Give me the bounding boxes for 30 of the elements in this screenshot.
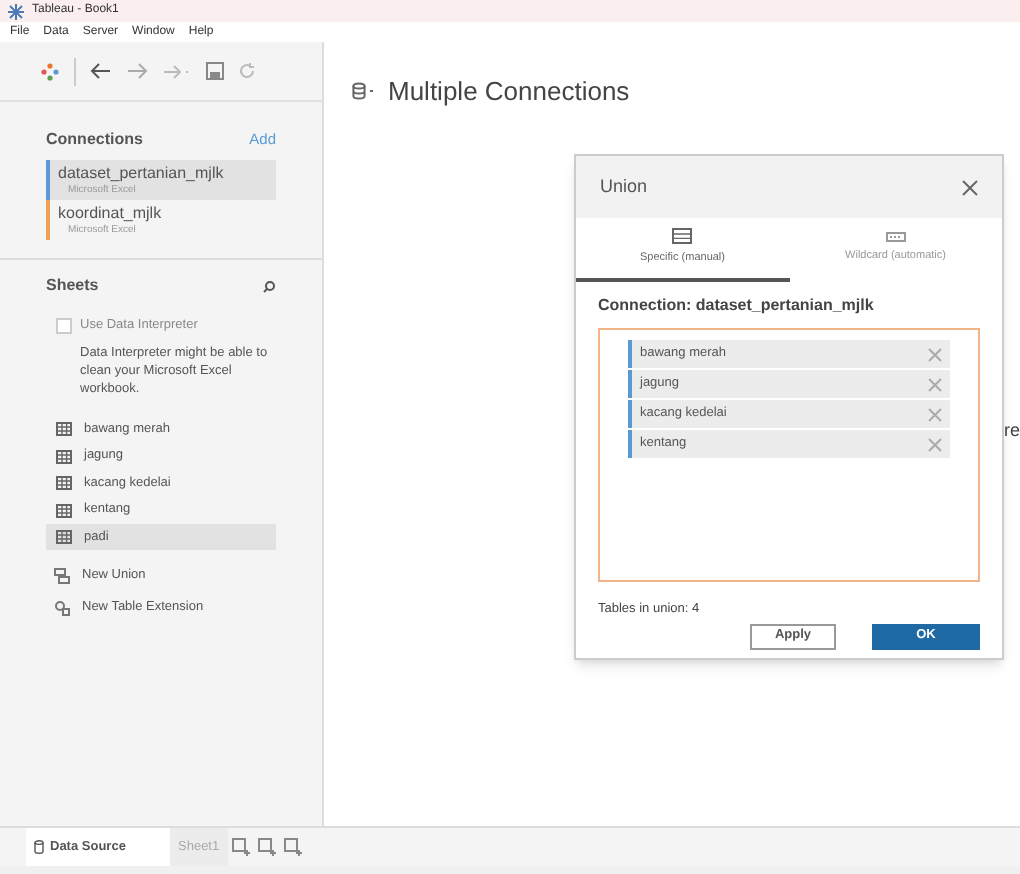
refresh-icon[interactable] (238, 62, 256, 80)
union-icon (54, 568, 70, 585)
app-logo-icon (8, 3, 24, 19)
remove-icon[interactable] (928, 377, 942, 391)
table-icon (56, 530, 72, 544)
clipped-text: re (1003, 418, 1020, 444)
database-icon (34, 840, 44, 854)
table-icon (672, 228, 693, 245)
table-icon (56, 476, 72, 490)
dialog-title: Union (600, 173, 648, 200)
close-icon[interactable] (962, 179, 978, 195)
canvas-title: Multiple Connections (388, 74, 630, 110)
logo-icon[interactable] (40, 61, 60, 81)
save-icon[interactable] (206, 62, 224, 80)
search-icon[interactable] (262, 279, 276, 293)
table-icon (56, 449, 72, 463)
checkbox[interactable] (56, 317, 72, 334)
section-title: Sheets (46, 274, 99, 298)
remove-icon[interactable] (928, 437, 942, 451)
remove-icon[interactable] (928, 407, 942, 421)
database-icon (352, 82, 376, 101)
table-icon (56, 503, 72, 517)
section-title: Connections (46, 128, 143, 152)
wildcard-icon (885, 231, 906, 242)
extension-icon (54, 599, 70, 616)
connection-label: Connection: dataset_pertanian_mjlk (596, 294, 876, 318)
table-icon (56, 422, 72, 436)
remove-icon[interactable] (928, 347, 942, 361)
back-arrow-icon[interactable] (90, 62, 112, 80)
forward-arrow-icon[interactable] (126, 62, 148, 80)
